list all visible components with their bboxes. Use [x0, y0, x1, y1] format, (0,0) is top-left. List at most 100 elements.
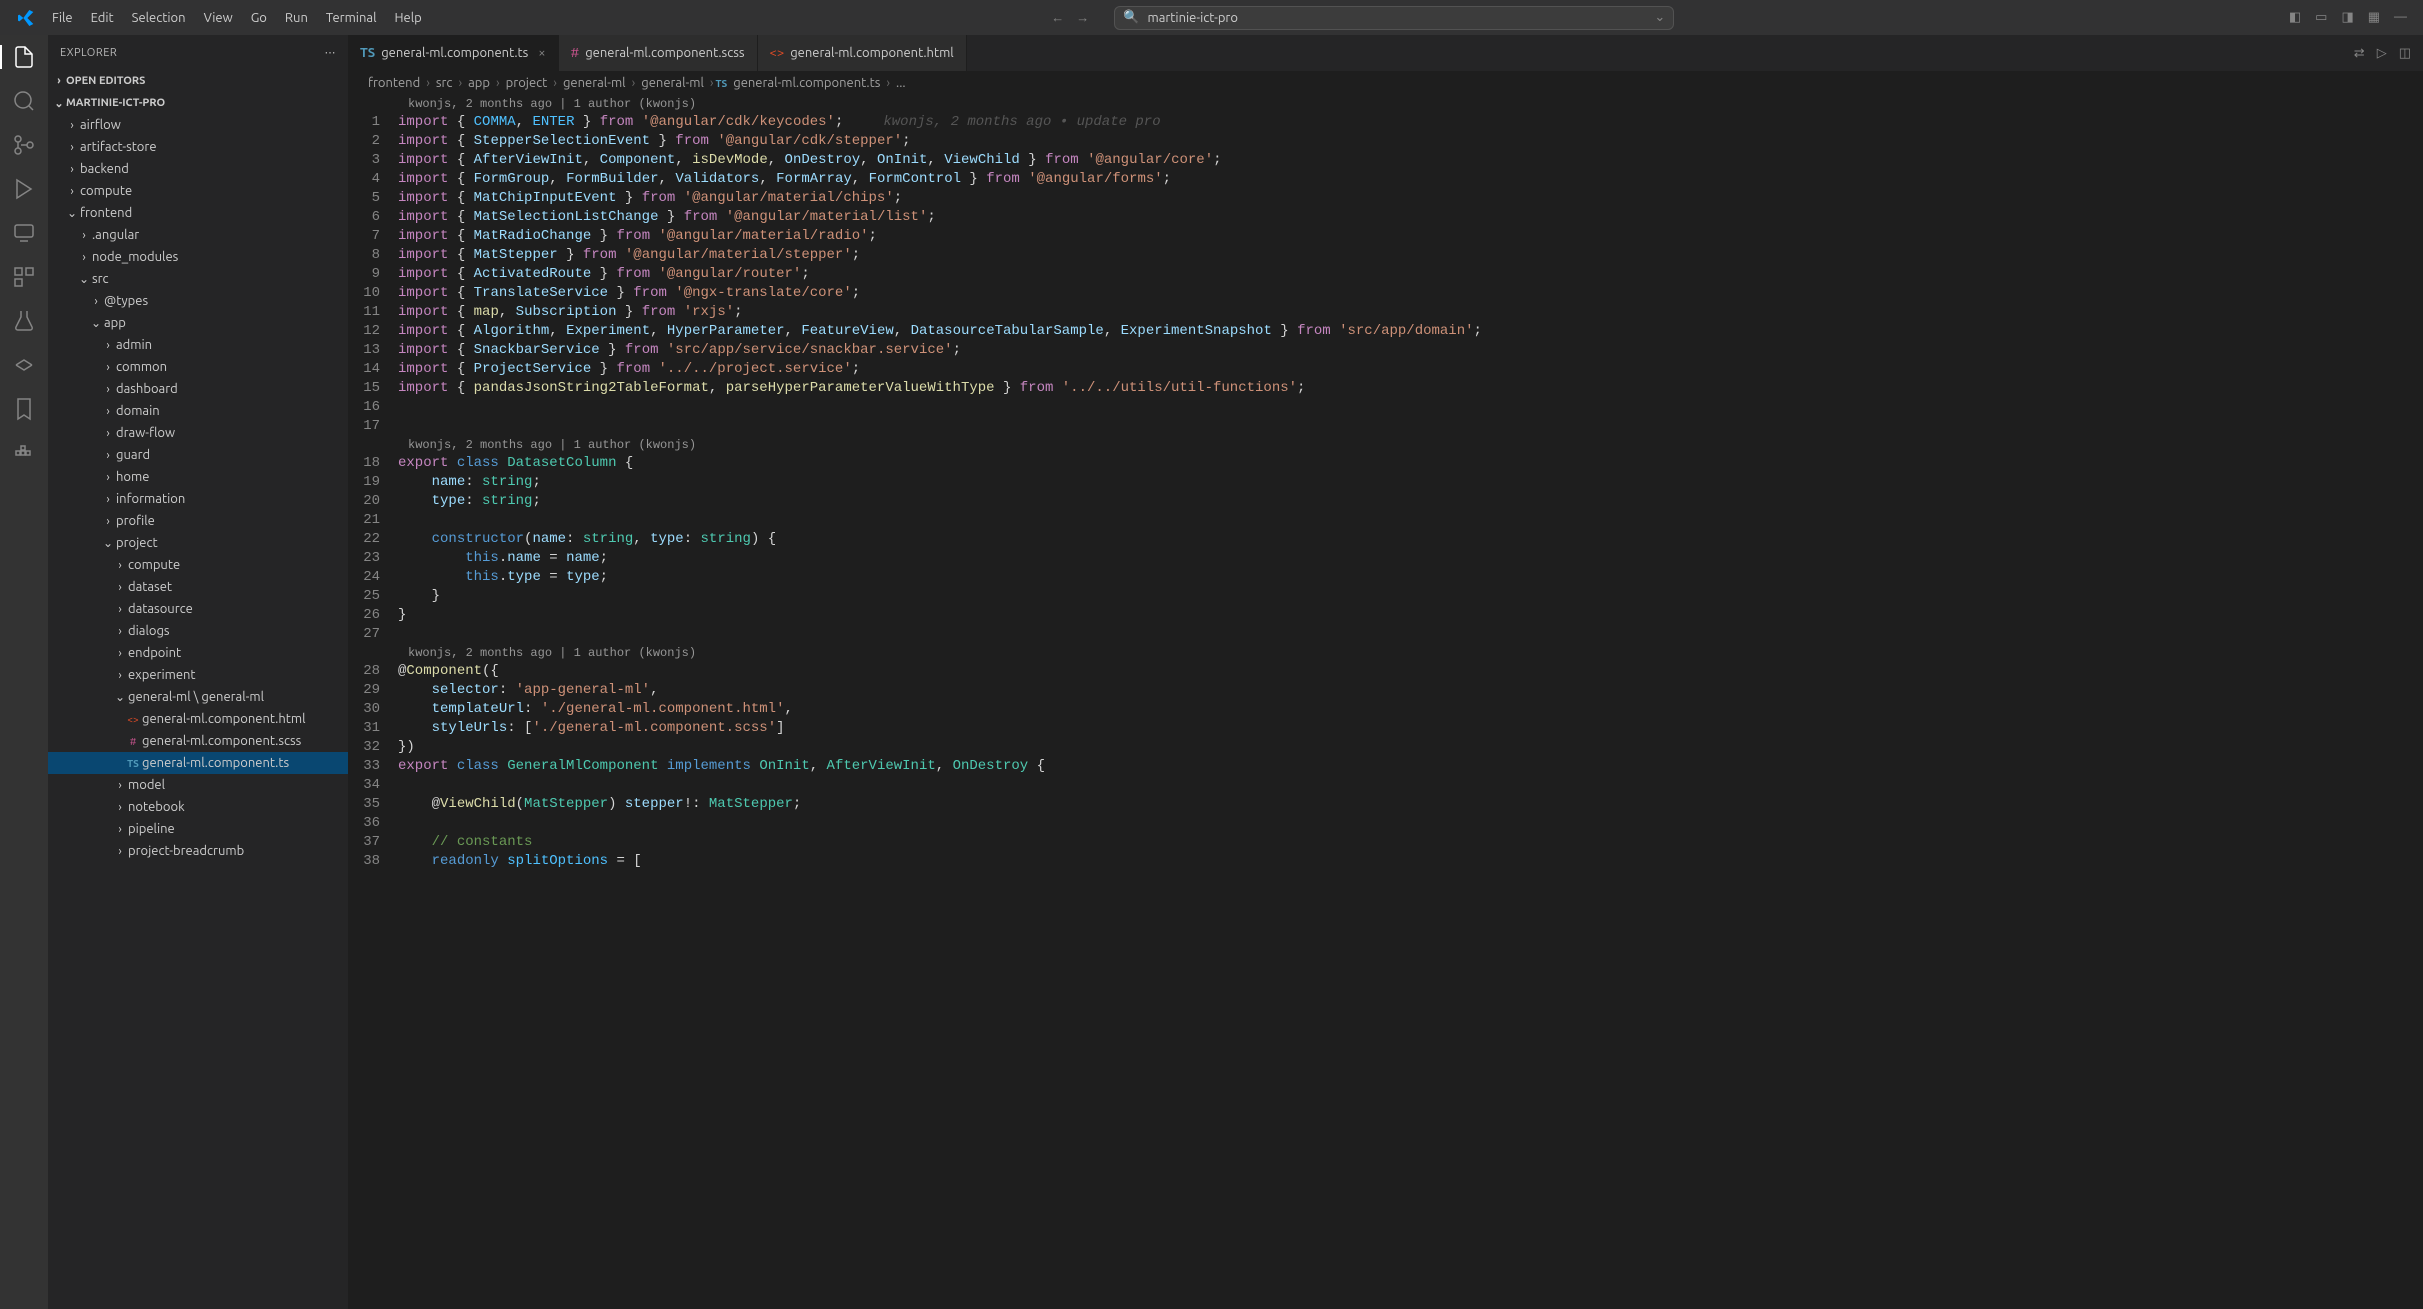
tree-folder[interactable]: ›@types	[48, 290, 348, 312]
chevron-down-icon[interactable]: ⌄	[1654, 10, 1665, 25]
source-control-icon[interactable]	[12, 133, 36, 157]
tree-folder[interactable]: ⌄app	[48, 312, 348, 334]
breadcrumb-seg[interactable]: ...	[892, 76, 910, 90]
codelens[interactable]: kwonjs, 2 months ago | 1 author (kwonjs)	[348, 644, 2423, 662]
extensions-icon[interactable]	[12, 265, 36, 289]
bookmark-icon[interactable]	[12, 397, 36, 421]
tree-folder[interactable]: ›datasource	[48, 598, 348, 620]
breadcrumb-seg[interactable]: general-ml	[559, 76, 630, 90]
tree-file[interactable]: <>general-ml.component.html	[48, 708, 348, 730]
tree-folder[interactable]: ›compute	[48, 180, 348, 202]
tree-folder[interactable]: ›profile	[48, 510, 348, 532]
layout-sidebar-left-icon[interactable]: ◧	[2289, 10, 2301, 25]
split-icon[interactable]: ◫	[2399, 46, 2411, 61]
tree-item-label: guard	[116, 448, 150, 462]
tree-folder[interactable]: ›artifact-store	[48, 136, 348, 158]
breadcrumb-seg[interactable]: app	[464, 76, 494, 90]
command-center[interactable]: 🔍 martinie-ict-pro ⌄	[1114, 6, 1674, 30]
tab-html[interactable]: <> general-ml.component.html	[758, 35, 967, 71]
tree-folder[interactable]: ›airflow	[48, 114, 348, 136]
remote-explorer-icon[interactable]	[12, 221, 36, 245]
docker-icon[interactable]	[12, 441, 36, 465]
tree-folder[interactable]: ⌄src	[48, 268, 348, 290]
layout-sidebar-right-icon[interactable]: ◨	[2341, 10, 2353, 25]
aws-icon[interactable]	[12, 353, 36, 377]
search-placeholder: martinie-ict-pro	[1147, 11, 1654, 25]
tree-folder[interactable]: ›model	[48, 774, 348, 796]
tree-item-label: notebook	[128, 800, 185, 814]
nav-forward-icon[interactable]: →	[1076, 10, 1089, 25]
nav-back-icon[interactable]: ←	[1051, 10, 1064, 25]
testing-icon[interactable]	[12, 309, 36, 333]
breadcrumb-seg[interactable]: project	[502, 76, 552, 90]
tree-folder[interactable]: ›dashboard	[48, 378, 348, 400]
run-icon[interactable]: ▷	[2377, 46, 2387, 61]
html-file-icon: <>	[124, 714, 142, 725]
tree-folder[interactable]: ›experiment	[48, 664, 348, 686]
menu-selection[interactable]: Selection	[124, 7, 194, 29]
tree-folder[interactable]: ›node_modules	[48, 246, 348, 268]
tree-folder[interactable]: ›dialogs	[48, 620, 348, 642]
run-debug-icon[interactable]	[12, 177, 36, 201]
menu-edit[interactable]: Edit	[83, 7, 122, 29]
project-section[interactable]: ⌄ MARTINIE-ICT-PRO	[48, 92, 348, 114]
tree-folder[interactable]: ›information	[48, 488, 348, 510]
codelens[interactable]: kwonjs, 2 months ago | 1 author (kwonjs)	[348, 95, 2423, 113]
chevron-right-icon: ›	[100, 515, 116, 528]
menu-help[interactable]: Help	[386, 7, 429, 29]
breadcrumb-seg[interactable]: general-ml	[637, 76, 708, 90]
menu-run[interactable]: Run	[277, 7, 316, 29]
close-icon[interactable]: ×	[538, 46, 545, 60]
menu-go[interactable]: Go	[243, 7, 275, 29]
chevron-right-icon: ›	[112, 801, 128, 814]
tree-folder[interactable]: ›.angular	[48, 224, 348, 246]
tree-folder[interactable]: ›endpoint	[48, 642, 348, 664]
minimize-icon[interactable]: —	[2394, 10, 2407, 25]
explorer-icon[interactable]	[12, 45, 36, 69]
tree-folder[interactable]: ›dataset	[48, 576, 348, 598]
tree-file[interactable]: #general-ml.component.scss	[48, 730, 348, 752]
chevron-right-icon: ›	[112, 823, 128, 836]
chevron-right-icon: ›	[76, 229, 92, 242]
layout-panel-icon[interactable]: ▭	[2315, 10, 2327, 25]
codelens[interactable]: kwonjs, 2 months ago | 1 author (kwonjs)	[348, 436, 2423, 454]
tree-folder[interactable]: ›pipeline	[48, 818, 348, 840]
search-icon: 🔍	[1123, 10, 1139, 25]
tree-file[interactable]: TSgeneral-ml.component.ts	[48, 752, 348, 774]
tree-folder[interactable]: ›project-breadcrumb	[48, 840, 348, 862]
tree-folder[interactable]: ›common	[48, 356, 348, 378]
compare-icon[interactable]: ⇄	[2354, 46, 2365, 61]
breadcrumb-seg[interactable]: frontend	[364, 76, 424, 90]
menu-terminal[interactable]: Terminal	[318, 7, 385, 29]
ts-file-icon: TS	[360, 46, 375, 60]
tree-folder[interactable]: ⌄frontend	[48, 202, 348, 224]
tree-folder[interactable]: ⌄general-ml \ general-ml	[48, 686, 348, 708]
tree-folder[interactable]: ›compute	[48, 554, 348, 576]
tree-folder[interactable]: ›notebook	[48, 796, 348, 818]
menu-view[interactable]: View	[196, 7, 241, 29]
search-activity-icon[interactable]	[12, 89, 36, 113]
chevron-right-icon: ›	[76, 251, 92, 264]
tree-folder[interactable]: ›domain	[48, 400, 348, 422]
breadcrumbs[interactable]: frontend› src› app› project› general-ml›…	[348, 71, 2423, 95]
layout-customize-icon[interactable]: ▦	[2368, 10, 2380, 25]
breadcrumb-seg[interactable]: general-ml.component.ts	[729, 76, 884, 90]
chevron-right-icon: ›	[64, 141, 80, 154]
tree-folder[interactable]: ›home	[48, 466, 348, 488]
sidebar-title: EXPLORER	[60, 47, 117, 59]
tree-folder[interactable]: ⌄project	[48, 532, 348, 554]
tab-ts[interactable]: TS general-ml.component.ts ×	[348, 35, 559, 71]
tree-folder[interactable]: ›draw-flow	[48, 422, 348, 444]
breadcrumb-seg[interactable]: src	[432, 76, 457, 90]
code-editor[interactable]: kwonjs, 2 months ago | 1 author (kwonjs)…	[348, 95, 2423, 1309]
chevron-right-icon: ›	[112, 603, 128, 616]
tab-scss[interactable]: # general-ml.component.scss	[559, 35, 758, 71]
tree-item-label: src	[92, 272, 109, 286]
tree-folder[interactable]: ›guard	[48, 444, 348, 466]
menu-file[interactable]: File	[44, 7, 81, 29]
chevron-down-icon: ⌄	[64, 206, 80, 220]
open-editors-section[interactable]: › OPEN EDITORS	[48, 70, 348, 92]
sidebar-more-icon[interactable]: ⋯	[325, 46, 337, 59]
tree-folder[interactable]: ›admin	[48, 334, 348, 356]
tree-folder[interactable]: ›backend	[48, 158, 348, 180]
